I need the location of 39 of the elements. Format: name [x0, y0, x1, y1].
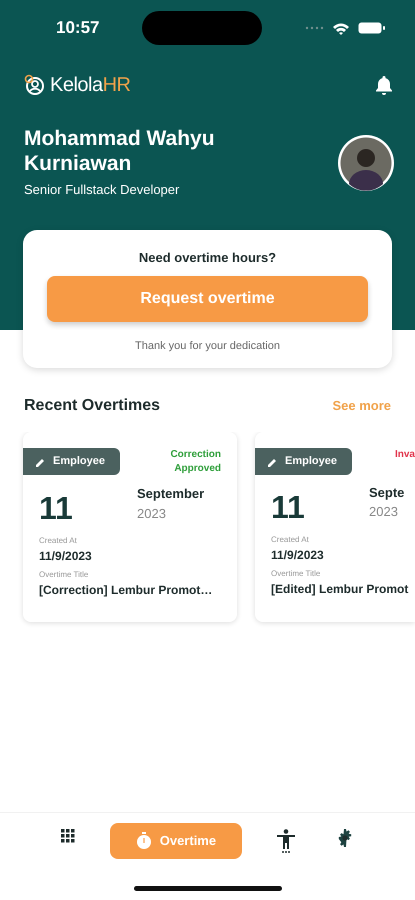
- role-tag: Employee: [255, 448, 352, 474]
- overtime-card[interactable]: Employee Inva 11 Septe 2023 Created At 11/9/2023 Overtime Title [Edited] Lembur Promot: [255, 432, 415, 622]
- user-role: Senior Fullstack Developer: [24, 181, 180, 200]
- notification-button[interactable]: [375, 75, 393, 95]
- field-label: Created At: [39, 535, 78, 547]
- month-text: September: [137, 485, 206, 503]
- request-overtime-button[interactable]: Request overtime: [47, 276, 368, 322]
- created-date: 11/9/2023: [271, 546, 325, 564]
- day-number: 11: [271, 490, 305, 522]
- battery-icon: [358, 22, 385, 34]
- note-text: Thank you for your dedication: [134, 338, 281, 354]
- role-tag: Employee: [23, 448, 120, 474]
- created-date: 11/9/2023: [39, 548, 93, 565]
- stopwatch-icon: [136, 832, 152, 850]
- year-text: 2023: [137, 504, 167, 522]
- day-number: 11: [39, 492, 73, 524]
- user-name: Mohammad Wahyu Kurniawan: [24, 126, 216, 176]
- question-text: Need overtime hours?: [138, 249, 278, 267]
- see-more-link[interactable]: See more: [332, 396, 391, 416]
- section-title: Recent Overtimes: [24, 396, 160, 416]
- status-time: 10:57: [56, 17, 100, 40]
- person-icon: [277, 829, 296, 853]
- logo-icon: [24, 74, 46, 96]
- wifi-icon: [332, 22, 350, 34]
- year-text: 2023: [369, 503, 399, 521]
- overtime-title: [Correction] Lembur Promot…: [39, 582, 214, 599]
- field-label: Overtime Title: [271, 568, 322, 580]
- logo-text: KelolaHR: [50, 73, 130, 98]
- status-text: Inva: [394, 448, 415, 462]
- month-text: Septe: [369, 484, 406, 502]
- overtime-card[interactable]: Employee Correction Approved 11 September 2023 Created At 11/9/2023 Overtime Title [Correction] Lembur Promot…: [23, 432, 237, 622]
- field-label: Created At: [271, 534, 310, 546]
- overtime-title: [Edited] Lembur Promot: [271, 580, 410, 598]
- field-label: Overtime Title: [39, 569, 90, 581]
- grid-icon: [60, 829, 75, 843]
- status-text: Correction Approved: [169, 448, 221, 476]
- bell-icon: [375, 75, 393, 95]
- nav-tab[interactable]: Overtime: [110, 823, 242, 858]
- avatar-icon: [337, 134, 395, 192]
